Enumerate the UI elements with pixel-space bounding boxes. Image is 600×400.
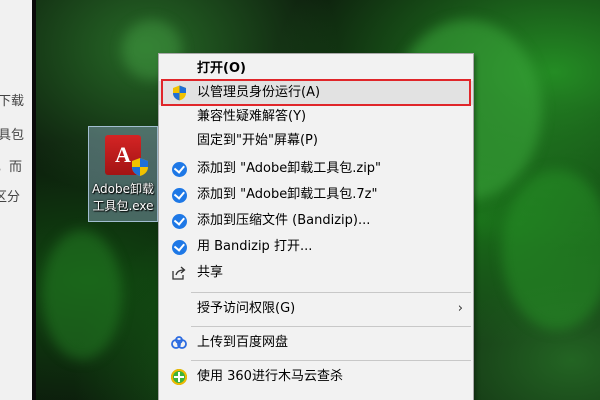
article-fragment: 下载 xyxy=(0,94,25,109)
bandizip-icon xyxy=(171,161,187,177)
window-edge xyxy=(32,0,36,400)
chevron-right-icon: › xyxy=(457,301,463,316)
adobe-logo-glyph: A xyxy=(115,142,131,167)
menu-item-add-to-7z[interactable]: 添加到 "Adobe卸载工具包.7z" xyxy=(159,183,473,207)
menu-item-label: 授予访问权限(G) xyxy=(197,301,296,316)
uac-shield-icon xyxy=(131,157,149,181)
menu-separator xyxy=(191,326,471,327)
article-fragment: 区分 xyxy=(0,190,21,205)
red-highlight-annotation xyxy=(161,79,471,106)
menu-item-label: 使用 360进行木马云查杀 xyxy=(197,369,343,384)
article-fragment: 具包 xyxy=(0,128,25,143)
menu-item-label: 添加到 "Adobe卸载工具包.7z" xyxy=(197,187,378,202)
menu-separator xyxy=(191,360,471,361)
menu-item-label: 固定到"开始"屏幕(P) xyxy=(197,133,318,148)
baidu-cloud-icon xyxy=(171,335,187,351)
menu-item-label: 添加到 "Adobe卸载工具包.zip" xyxy=(197,161,382,176)
menu-item-label: 用 Bandizip 打开... xyxy=(197,239,313,254)
menu-item-open-with-bandizip[interactable]: 用 Bandizip 打开... xyxy=(159,235,473,259)
bandizip-icon xyxy=(171,239,187,255)
file-name-label: Adobe卸载 工具包.exe xyxy=(92,182,154,213)
article-fragment: ，而 xyxy=(0,160,23,175)
context-menu: 打开(O) 以管理员身份运行(A) 兼容性疑难解答(Y) 固定到"开始"屏幕(P… xyxy=(158,53,474,400)
menu-item-compatibility-troubleshoot[interactable]: 兼容性疑难解答(Y) xyxy=(159,105,473,129)
menu-item-label: 上传到百度网盘 xyxy=(197,335,289,350)
menu-item-pin-to-start[interactable]: 固定到"开始"屏幕(P) xyxy=(159,129,473,153)
menu-item-open[interactable]: 打开(O) xyxy=(159,57,473,81)
menu-item-label: 添加到压缩文件 (Bandizip)... xyxy=(197,213,371,228)
menu-item-label: 兼容性疑难解答(Y) xyxy=(197,109,307,124)
menu-item-upload-baidu-netdisk[interactable]: 上传到百度网盘 xyxy=(159,331,473,355)
menu-item-label: 打开(O) xyxy=(197,61,246,76)
menu-item-add-to-archive-bandizip[interactable]: 添加到压缩文件 (Bandizip)... xyxy=(159,209,473,233)
bandizip-icon xyxy=(171,187,187,203)
menu-item-add-to-zip[interactable]: 添加到 "Adobe卸载工具包.zip" xyxy=(159,157,473,181)
menu-item-360-trojan-scan[interactable]: 使用 360进行木马云查杀 xyxy=(159,365,473,389)
adobe-app-icon: A xyxy=(105,135,148,176)
menu-item-grant-access[interactable]: 授予访问权限(G) › xyxy=(159,297,473,321)
menu-item-label: 共享 xyxy=(197,265,224,280)
menu-separator xyxy=(191,292,471,293)
360-icon xyxy=(171,369,187,385)
menu-item-share[interactable]: 共享 xyxy=(159,261,473,285)
share-icon xyxy=(171,265,187,281)
bandizip-icon xyxy=(171,213,187,229)
desktop-file-adobe-uninstaller[interactable]: A Adobe卸载 工具包.exe xyxy=(88,126,158,222)
article-text-strip: 下载 具包 ，而 区分 xyxy=(0,0,32,400)
